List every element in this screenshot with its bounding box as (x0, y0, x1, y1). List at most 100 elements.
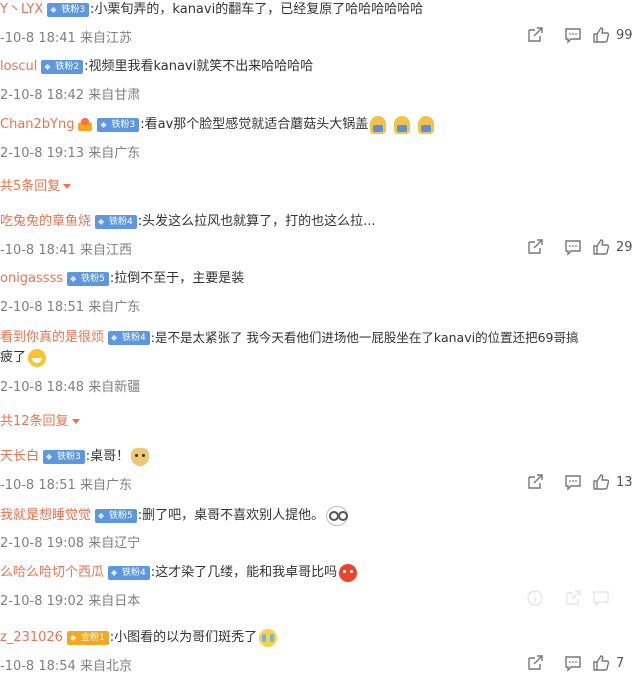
caret-down-icon (71, 419, 80, 424)
location: 来自江西 (79, 243, 132, 258)
comment-text: :是不是太紧张了 我今天看他们进场他一屁股坐在了kanavi的位置还把69哥搞 (150, 330, 579, 345)
fan-badge[interactable]: 铁粉3 (43, 450, 85, 464)
comment-actions: 29 (516, 238, 640, 256)
location: 来自江苏 (79, 31, 132, 46)
comment-meta: 2-10-8 19:13 来自广东 (0, 142, 140, 161)
fan-badge[interactable]: 铁粉4 (108, 566, 150, 580)
cry-laugh-emoji-icon (259, 629, 278, 647)
location: 来自甘肃 (88, 88, 141, 103)
timestamp: 2-10-8 19:13 (0, 146, 85, 161)
like-count: 13 (616, 474, 633, 490)
username[interactable]: 我就是想睡觉觉 (0, 507, 91, 525)
comment-button[interactable] (554, 654, 592, 672)
view-replies-link[interactable]: 共12条回复 (0, 410, 80, 429)
username[interactable]: 吃兔兔的章鱼烧 (0, 213, 91, 231)
share-button[interactable] (516, 238, 554, 256)
location: 来自辽宁 (88, 536, 141, 551)
timestamp: -10-8 18:41 (0, 31, 76, 46)
fan-badge[interactable]: 铁粉5 (67, 272, 109, 286)
like-count: 7 (616, 655, 625, 671)
share-icon (528, 474, 543, 489)
fan-badge[interactable]: 铁粉3 (47, 3, 90, 17)
comment-meta: -10-8 18:41 来自江西 (0, 239, 132, 258)
timestamp: -10-8 18:51 (0, 478, 76, 493)
comment-actions: 7 (516, 654, 640, 672)
location: 来自广东 (88, 146, 141, 161)
fan-badge[interactable]: 铁粉3 (97, 118, 140, 132)
fan-badge[interactable]: 铁粉4 (95, 215, 137, 229)
username[interactable]: 天长白 (0, 448, 39, 466)
location: 来自北京 (79, 659, 132, 674)
comment-text: :小图看的以为哥们斑秃了 (109, 630, 258, 645)
username[interactable]: 看到你真的是很烦 (0, 329, 104, 347)
timestamp: 2-10-8 19:02 (0, 594, 85, 609)
angry-emoji-icon (339, 564, 358, 582)
comment-text: :看av那个脸型感觉就适合蘑菇头大锅盖 (140, 117, 369, 132)
comment-text: :删了吧，桌哥不喜欢别人提他。 (137, 508, 325, 523)
like-icon (593, 239, 610, 255)
share-button[interactable] (516, 26, 554, 44)
mushroom-emoji-icon (370, 116, 387, 134)
like-button[interactable]: 29 (592, 238, 640, 256)
comment-button[interactable] (554, 238, 592, 256)
comment-button[interactable] (592, 589, 640, 607)
share-button[interactable] (516, 654, 554, 672)
comment-button[interactable] (554, 26, 592, 44)
comment-line: 我就是想睡觉觉 铁粉5 :删了吧，桌哥不喜欢别人提他。 (0, 506, 349, 526)
comment-actions: 99 (516, 26, 640, 44)
location: 来自新疆 (88, 380, 141, 395)
username[interactable]: Chan2bYng (0, 116, 74, 134)
comment-icon (565, 28, 581, 44)
info-button[interactable] (516, 589, 554, 607)
username[interactable]: loscul (0, 58, 37, 76)
comment-line: Y丶LYX 铁粉3 :小栗旬弄的，kanavi的翻车了，已经复原了哈哈哈哈哈哈 (0, 1, 423, 19)
comment-text: :视频里我看kanavi就笑不出来哈哈哈哈 (84, 59, 314, 74)
location: 来自广东 (88, 300, 141, 315)
timestamp: -10-8 18:54 (0, 659, 76, 674)
view-replies-link[interactable]: 共5条回复 (0, 175, 72, 194)
like-button[interactable]: 13 (592, 473, 640, 491)
username[interactable]: 么哈么哈切个西瓜 (0, 564, 104, 582)
share-icon (566, 590, 581, 605)
username[interactable]: Y丶LYX (0, 1, 43, 19)
comment-line-continued: 疲了 (0, 349, 47, 367)
comment-icon (565, 240, 581, 256)
comment-actions-faded (516, 589, 640, 607)
comment-line: 吃兔兔的章鱼烧 铁粉4 :头发这么拉风也就算了，打的也这么拉... (0, 213, 376, 231)
like-icon (593, 27, 610, 43)
like-icon (593, 655, 610, 671)
share-button[interactable] (516, 473, 554, 491)
comment-line: 看到你真的是很烦 铁粉4 :是不是太紧张了 我今天看他们进场他一屁股坐在了kan… (0, 329, 578, 347)
like-button[interactable]: 99 (592, 26, 640, 44)
mushroom-emoji-icon (418, 116, 435, 134)
crown-icon (77, 118, 93, 132)
fan-badge[interactable]: 铁粉2 (41, 60, 84, 74)
comment-icon (565, 475, 581, 491)
timestamp: 2-10-8 18:51 (0, 300, 85, 315)
comment-line: loscul 铁粉2 :视频里我看kanavi就笑不出来哈哈哈哈 (0, 58, 313, 76)
comment-meta: -10-8 18:54 来自北京 (0, 655, 132, 674)
username[interactable]: onigassss (0, 270, 63, 288)
comment-line: z_231026 金粉1 :小图看的以为哥们斑秃了 (0, 629, 278, 647)
like-count: 29 (616, 239, 633, 255)
comment-meta: 2-10-8 18:51 来自广东 (0, 296, 140, 315)
comment-text: :小栗旬弄的，kanavi的翻车了，已经复原了哈哈哈哈哈哈 (90, 2, 424, 17)
like-button[interactable]: 7 (592, 654, 640, 672)
like-icon (593, 474, 610, 490)
comment-button[interactable] (554, 473, 592, 491)
replies-count: 共12条回复 (0, 414, 69, 429)
comment-meta: 2-10-8 19:02 来自日本 (0, 590, 140, 609)
location: 来自日本 (88, 594, 141, 609)
laugh-emoji-icon (28, 349, 47, 367)
comment-line: onigassss 铁粉5 :拉倒不至于，主要是装 (0, 270, 244, 288)
fan-badge[interactable]: 铁粉4 (108, 331, 150, 345)
fan-badge[interactable]: 金粉1 (66, 631, 109, 645)
share-button[interactable] (554, 589, 592, 607)
info-icon (527, 590, 543, 606)
comment-line: Chan2bYng 铁粉3 :看av那个脸型感觉就适合蘑菇头大锅盖 (0, 116, 435, 134)
username[interactable]: z_231026 (0, 629, 63, 647)
fan-badge[interactable]: 铁粉5 (95, 509, 137, 523)
like-count: 99 (616, 27, 633, 43)
share-icon (528, 655, 543, 670)
location: 来自广东 (79, 478, 132, 493)
